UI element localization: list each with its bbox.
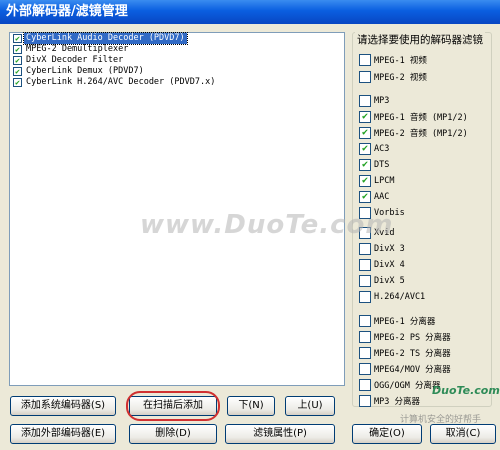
- decoder-option-checkbox[interactable]: [359, 291, 371, 303]
- filter-label: MPEG-2 Demultiplexer: [26, 44, 129, 54]
- decoder-option-label: AC3: [374, 144, 390, 154]
- decoder-option-checkbox[interactable]: [359, 331, 371, 343]
- decoder-option[interactable]: MPEG-2 TS 分离器: [359, 346, 451, 360]
- decoder-option-checkbox[interactable]: [359, 243, 371, 255]
- ok-button[interactable]: 确定(O): [352, 424, 422, 444]
- decoder-option[interactable]: ✔ AAC: [359, 190, 389, 204]
- decoder-option-label: MPEG-2 音频 (MP1/2): [374, 129, 468, 139]
- filter-checkbox[interactable]: ✔: [13, 56, 22, 65]
- decoder-option-checkbox[interactable]: [359, 363, 371, 375]
- filter-label: CyberLink Audio Decoder (PDVD7): [23, 32, 188, 45]
- decoder-option[interactable]: ✔ LPCM: [359, 174, 394, 188]
- decoder-option-label: MPEG-1 音频 (MP1/2): [374, 113, 468, 123]
- highlight-circle: [126, 391, 220, 421]
- decoder-option-checkbox[interactable]: [359, 54, 371, 66]
- filter-label: CyberLink Demux (PDVD7): [26, 66, 144, 76]
- decoder-option-label: LPCM: [374, 176, 395, 186]
- cancel-button[interactable]: 取消(C): [430, 424, 496, 444]
- filter-row[interactable]: ✔ CyberLink Demux (PDVD7): [10, 66, 344, 77]
- watermark-brand: DuoTe.com: [432, 384, 500, 397]
- decoder-option-label: DTS: [374, 160, 390, 170]
- filter-row[interactable]: ✔ CyberLink H.264/AVC Decoder (PDVD7.x): [10, 77, 344, 88]
- filter-list[interactable]: ✔ CyberLink Audio Decoder (PDVD7) ✔ MPEG-2 …: [9, 32, 345, 386]
- decoder-option-label: DivX 3: [374, 244, 405, 254]
- filter-label: DivX Decoder Filter: [26, 55, 124, 65]
- decoder-option-checkbox[interactable]: [359, 275, 371, 287]
- filter-checkbox[interactable]: ✔: [13, 34, 22, 43]
- decoder-option[interactable]: ✔ DTS: [359, 158, 389, 172]
- decoder-option-checkbox[interactable]: ✔: [359, 111, 371, 123]
- add-system-encoder-button[interactable]: 添加系统编码器(S): [10, 396, 116, 416]
- move-up-button[interactable]: 上(U): [285, 396, 335, 416]
- decoder-option-label: MPEG-1 视频: [374, 56, 427, 66]
- decoder-option[interactable]: MPEG-1 分离器: [359, 314, 435, 328]
- decoder-group-title: 请选择要使用的解码器滤镜: [355, 32, 485, 47]
- move-down-button[interactable]: 下(N): [227, 396, 275, 416]
- decoder-option-checkbox[interactable]: ✔: [359, 127, 371, 139]
- decoder-option-checkbox[interactable]: ✔: [359, 143, 371, 155]
- decoder-option[interactable]: H.264/AVC1: [359, 290, 425, 304]
- window-title: 外部解码器/滤镜管理: [0, 0, 500, 24]
- filter-row[interactable]: ✔ CyberLink Audio Decoder (PDVD7): [10, 32, 344, 45]
- filter-checkbox[interactable]: ✔: [13, 45, 22, 54]
- decoder-option-checkbox[interactable]: ✔: [359, 175, 371, 187]
- decoder-option-label: MPEG-2 TS 分离器: [374, 349, 451, 359]
- decoder-option[interactable]: MPEG4/MOV 分离器: [359, 362, 451, 376]
- filter-properties-button[interactable]: 滤镜属性(P): [225, 424, 335, 444]
- filter-row[interactable]: ✔ MPEG-2 Demultiplexer: [10, 44, 344, 55]
- filter-label: CyberLink H.264/AVC Decoder (PDVD7.x): [26, 77, 216, 87]
- decoder-option-checkbox[interactable]: ✔: [359, 159, 371, 171]
- decoder-option-checkbox[interactable]: [359, 379, 371, 391]
- decoder-option-label: H.264/AVC1: [374, 292, 426, 302]
- filter-checkbox[interactable]: ✔: [13, 67, 22, 76]
- decoder-option-label: MPEG4/MOV 分离器: [374, 365, 451, 375]
- watermark-main: www.DuoTe.com: [140, 210, 394, 240]
- decoder-option-checkbox[interactable]: [359, 315, 371, 327]
- decoder-option-label: DivX 5: [374, 276, 405, 286]
- decoder-option[interactable]: DivX 5: [359, 274, 405, 288]
- filter-row[interactable]: ✔ DivX Decoder Filter: [10, 55, 344, 66]
- decoder-option-checkbox[interactable]: [359, 395, 371, 407]
- decoder-option-label: AAC: [374, 192, 390, 202]
- decoder-option[interactable]: MP3 分离器: [359, 394, 420, 408]
- decoder-option-label: MPEG-2 视频: [374, 73, 427, 83]
- decoder-option-checkbox[interactable]: [359, 259, 371, 271]
- decoder-option-checkbox[interactable]: [359, 95, 371, 107]
- decoder-option[interactable]: ✔ AC3: [359, 142, 389, 156]
- decoder-option[interactable]: MPEG-1 视频: [359, 53, 427, 67]
- decoder-option-checkbox[interactable]: [359, 347, 371, 359]
- add-external-encoder-button[interactable]: 添加外部编码器(E): [10, 424, 116, 444]
- decoder-option[interactable]: DivX 4: [359, 258, 405, 272]
- decoder-option-label: MPEG-2 PS 分离器: [374, 333, 451, 343]
- decoder-option[interactable]: ✔ MPEG-2 音频 (MP1/2): [359, 126, 468, 140]
- decoder-option[interactable]: MPEG-2 视频: [359, 70, 427, 84]
- delete-button[interactable]: 删除(D): [129, 424, 217, 444]
- watermark-footer: 计算机安全的好帮手: [400, 415, 482, 425]
- decoder-option-label: MP3 分离器: [374, 397, 420, 407]
- decoder-option-checkbox[interactable]: ✔: [359, 191, 371, 203]
- decoder-option-label: MPEG-1 分离器: [374, 317, 436, 327]
- decoder-option[interactable]: MP3: [359, 94, 389, 108]
- filter-checkbox[interactable]: ✔: [13, 78, 22, 87]
- decoder-option[interactable]: DivX 3: [359, 242, 405, 256]
- decoder-option-label: OGG/OGM 分离器: [374, 381, 441, 391]
- decoder-option[interactable]: OGG/OGM 分离器: [359, 378, 440, 392]
- decoder-option-label: DivX 4: [374, 260, 405, 270]
- decoder-option-checkbox[interactable]: [359, 71, 371, 83]
- decoder-option[interactable]: ✔ MPEG-1 音频 (MP1/2): [359, 110, 468, 124]
- decoder-option[interactable]: MPEG-2 PS 分离器: [359, 330, 451, 344]
- decoder-option-label: MP3: [374, 96, 390, 106]
